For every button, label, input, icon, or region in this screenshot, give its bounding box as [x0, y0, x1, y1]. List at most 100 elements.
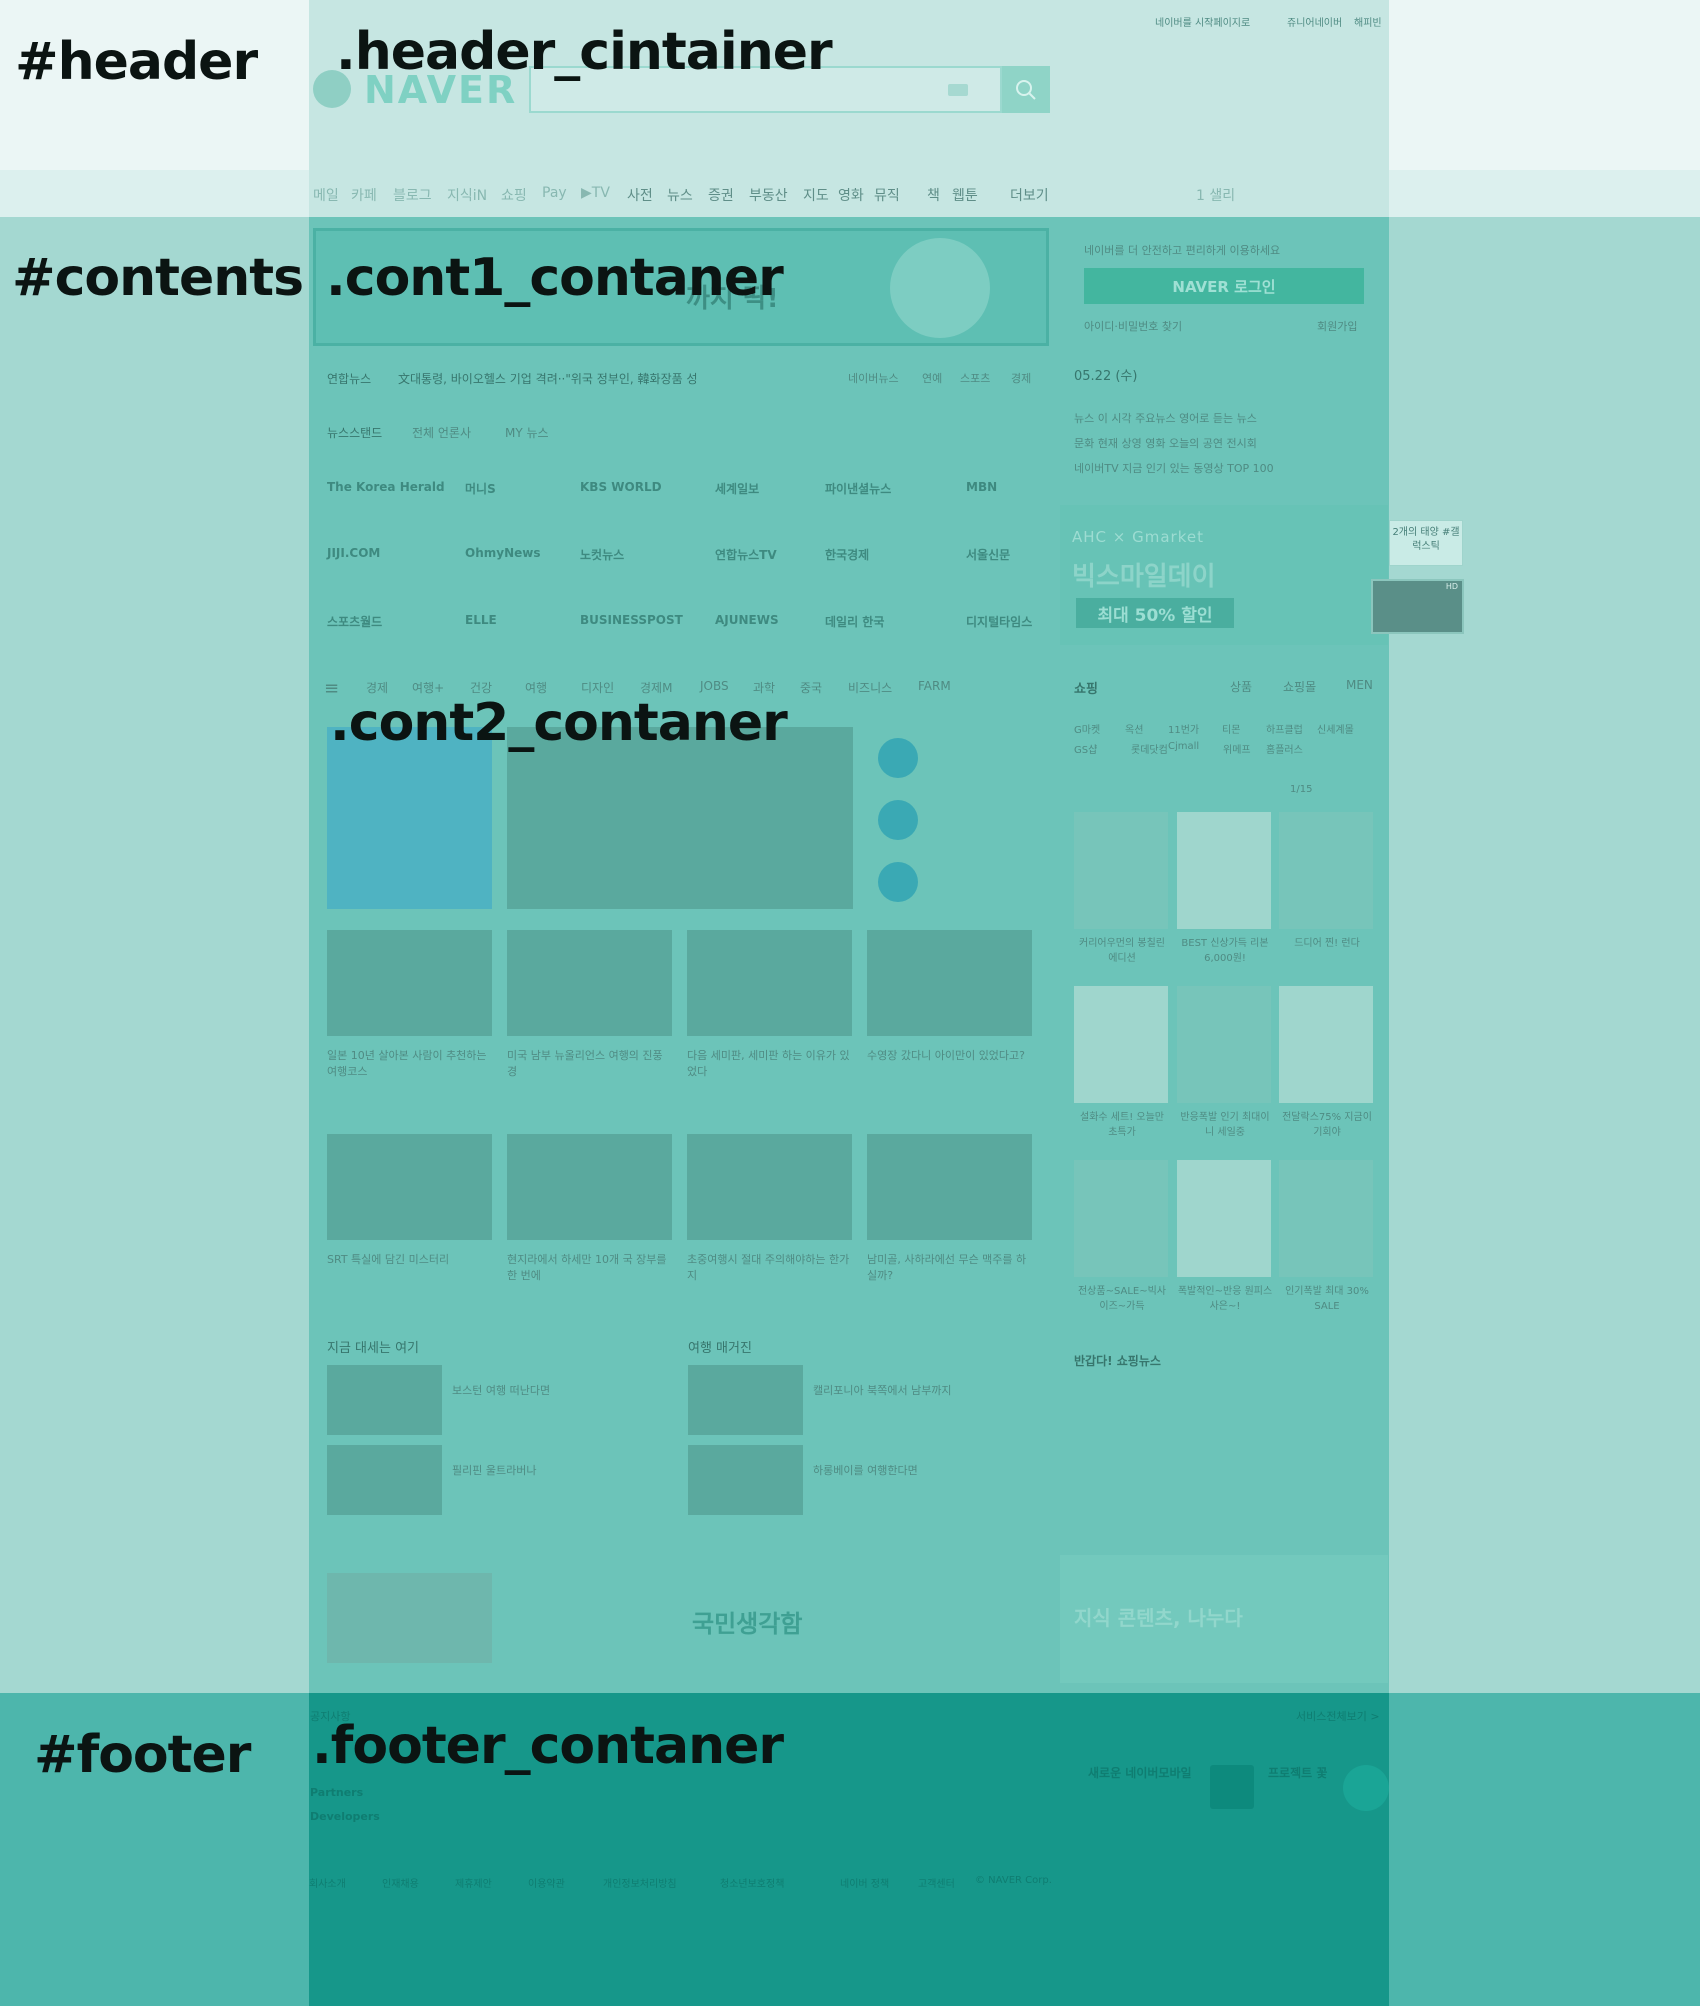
product-caption[interactable]: 드디어 찐! 런다 [1279, 936, 1375, 951]
shopping-tab-mall[interactable]: 쇼핑몰 [1283, 678, 1316, 695]
floating-promo[interactable]: 2개의 태양 #갤럭스틱 [1389, 520, 1463, 566]
nav-item[interactable]: Pay [542, 185, 567, 201]
nav-item[interactable]: 메일 [313, 185, 339, 205]
product-caption[interactable]: 커리어우먼의 봉칠린 에디션 [1074, 936, 1170, 966]
footer-link[interactable]: 고객센터 [918, 1875, 955, 1890]
travel-thumb[interactable] [327, 930, 492, 1036]
nav-item[interactable]: 영화 [838, 185, 864, 205]
side-links-culture[interactable]: 문화 현재 상영 영화 오늘의 공연 전시회 [1074, 435, 1257, 451]
press-logo[interactable]: JIJI.COM [327, 546, 380, 560]
news-headline[interactable]: 文대통령, 바이오헬스 기업 격려··"위국 정부인, 韓화장품 성 [398, 370, 698, 387]
shopping-mall-link[interactable]: 하프클럽 [1266, 721, 1303, 736]
travel-thumb[interactable] [867, 1134, 1032, 1240]
top-link-happybean[interactable]: 해피빈 [1354, 14, 1382, 29]
press-logo[interactable]: OhmyNews [465, 546, 540, 560]
press-logo[interactable]: KBS WORLD [580, 480, 662, 494]
news-tab-naver[interactable]: 네이버뉴스 [848, 370, 899, 386]
nav-item[interactable]: 뮤직 [874, 185, 900, 205]
footer-promo-mobile[interactable]: 새로운 네이버모바일 [1088, 1764, 1192, 1781]
press-logo[interactable]: ELLE [465, 613, 497, 627]
topic-tab[interactable]: 중국 [800, 679, 822, 696]
small-item[interactable]: 필리핀 울트라버나 [452, 1462, 536, 1478]
nav-item[interactable]: 쇼핑 [501, 185, 527, 205]
press-logo[interactable]: 파이낸셜뉴스 [825, 480, 891, 497]
press-logo[interactable]: 스포츠월드 [327, 613, 382, 630]
travel-caption[interactable]: 남미골, 사하라에선 무슨 맥주를 하실까? [867, 1252, 1032, 1284]
top-link-junior[interactable]: 쥬니어네이버 [1287, 14, 1342, 29]
book-title[interactable]: 국민생각함 [692, 1604, 802, 1639]
shopping-mall-link[interactable]: 홈플러스 [1266, 741, 1303, 756]
newsstand-title[interactable]: 뉴스스탠드 [327, 424, 382, 441]
login-button[interactable]: NAVER 로그인 [1084, 268, 1364, 304]
shopping-title[interactable]: 쇼핑 [1074, 678, 1098, 697]
small-item[interactable]: 하롱베이를 여행한다면 [813, 1462, 918, 1478]
press-logo[interactable]: 머니S [465, 480, 496, 497]
small-item[interactable]: 캘리포니아 북쪽에서 남부까지 [813, 1382, 952, 1398]
press-logo[interactable]: The Korea Herald [327, 480, 445, 494]
nav-item[interactable]: 웹툰 [952, 185, 978, 205]
product-caption[interactable]: 반응폭발 인기 최대이니 세일중 [1177, 1110, 1273, 1140]
nav-item[interactable]: 뉴스 [667, 185, 693, 205]
press-logo[interactable]: 노컷뉴스 [580, 546, 624, 563]
small-thumb[interactable] [688, 1445, 803, 1515]
product-caption[interactable]: 전달락스75% 지금이기회야 [1279, 1110, 1375, 1140]
product-caption[interactable]: 전상품~SALE~빅사이즈~가득 [1074, 1284, 1170, 1314]
travel-thumb[interactable] [507, 930, 672, 1036]
press-logo[interactable]: 서울신문 [966, 546, 1010, 563]
travel-thumb[interactable] [507, 1134, 672, 1240]
search-button[interactable] [1002, 66, 1050, 113]
press-logo[interactable]: 연합뉴스TV [715, 546, 777, 563]
small-thumb[interactable] [688, 1365, 803, 1435]
channel-avatar[interactable] [878, 738, 918, 778]
product-thumb[interactable] [1177, 1160, 1271, 1277]
newsstand-my[interactable]: MY 뉴스 [505, 424, 549, 441]
press-logo[interactable]: 세계일보 [715, 480, 759, 497]
nav-item[interactable]: 부동산 [749, 185, 788, 205]
shopping-mall-link[interactable]: 티몬 [1222, 721, 1240, 736]
nav-item[interactable]: ▶TV [581, 185, 610, 201]
shopping-mall-link[interactable]: 11번가 [1168, 721, 1199, 736]
nav-item[interactable]: 증권 [708, 185, 734, 205]
news-tab-entertain[interactable]: 연예 [922, 370, 942, 386]
product-thumb[interactable] [1279, 986, 1373, 1103]
travel-thumb[interactable] [867, 930, 1032, 1036]
product-caption[interactable]: 설화수 세트! 오늘만 초특가 [1074, 1110, 1170, 1140]
footer-link[interactable]: 제휴제안 [455, 1875, 492, 1890]
author-photo[interactable] [327, 1573, 492, 1663]
feature-card-blue[interactable] [327, 727, 492, 909]
product-thumb[interactable] [1177, 812, 1271, 929]
nav-item[interactable]: 사전 [627, 185, 653, 205]
topic-tab[interactable]: JOBS [700, 679, 729, 693]
product-thumb[interactable] [1074, 812, 1168, 929]
travel-caption[interactable]: SRT 특실에 담긴 미스터리 [327, 1252, 492, 1268]
signup-link[interactable]: 회원가입 [1317, 318, 1357, 334]
footer-link[interactable]: © NAVER Corp. [975, 1875, 1052, 1886]
channel-avatar[interactable] [878, 800, 918, 840]
topic-tab[interactable]: 비즈니스 [848, 679, 892, 696]
product-thumb[interactable] [1074, 986, 1168, 1103]
keyboard-icon[interactable] [948, 84, 968, 96]
shopping-mall-link[interactable]: 신세계몰 [1317, 721, 1354, 736]
travel-caption[interactable]: 미국 남부 뉴올리언스 여행의 진풍경 [507, 1048, 672, 1080]
small-thumb[interactable] [327, 1445, 442, 1515]
floating-video-thumb[interactable]: HD [1371, 579, 1464, 634]
small-thumb[interactable] [327, 1365, 442, 1435]
side-links-tv[interactable]: 네이버TV 지금 인기 있는 동영상 TOP 100 [1074, 460, 1274, 476]
small-item[interactable]: 보스턴 여행 떠난다면 [452, 1382, 550, 1398]
weather-widget[interactable]: 1 샐리 [1196, 185, 1235, 205]
nav-item[interactable]: 지식iN [447, 185, 487, 205]
product-thumb[interactable] [1279, 1160, 1373, 1277]
footer-link[interactable]: 청소년보호정책 [720, 1875, 784, 1890]
nav-item[interactable]: 책 [927, 185, 940, 205]
press-logo[interactable]: 데일리 한국 [825, 613, 884, 630]
nav-item[interactable]: 지도 [803, 185, 829, 205]
news-source[interactable]: 연합뉴스 [327, 370, 371, 387]
product-caption[interactable]: 인기폭발 최대 30% SALE [1279, 1284, 1375, 1314]
footer-link[interactable]: 인재채용 [382, 1875, 419, 1890]
travel-thumb[interactable] [687, 930, 852, 1036]
footer-promo-flower[interactable]: 프로젝트 꽃 [1268, 1764, 1327, 1781]
press-logo[interactable]: AJUNEWS [715, 613, 779, 627]
newsstand-all[interactable]: 전체 언론사 [412, 424, 471, 441]
press-logo[interactable]: 한국경제 [825, 546, 869, 563]
flower-project-icon[interactable] [1343, 1765, 1389, 1811]
